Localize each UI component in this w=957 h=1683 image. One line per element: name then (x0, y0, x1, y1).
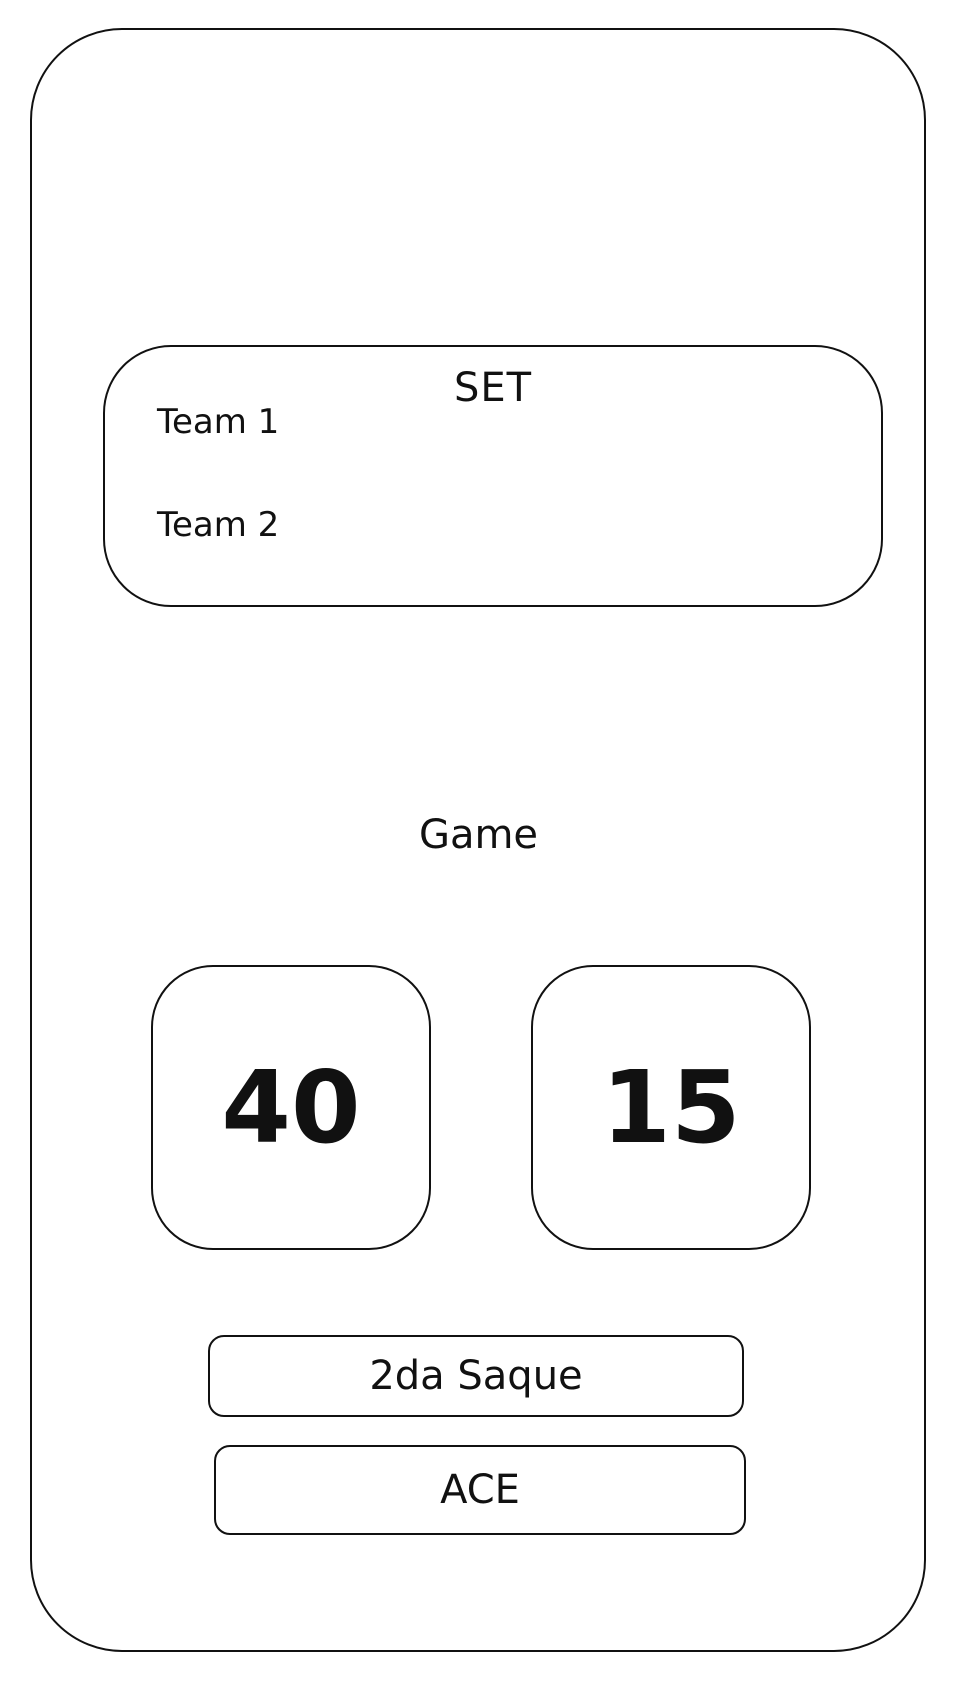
team-1-label: Team 1 (157, 402, 280, 442)
team-1-score-button[interactable]: 40 (151, 965, 431, 1250)
ace-button[interactable]: ACE (214, 1445, 746, 1535)
set-panel: SET Team 1 Team 2 (103, 345, 883, 607)
game-label: Game (418, 812, 539, 858)
team-2-label: Team 2 (157, 505, 280, 545)
second-serve-button[interactable]: 2da Saque (208, 1335, 744, 1417)
team-2-score-button[interactable]: 15 (531, 965, 811, 1250)
